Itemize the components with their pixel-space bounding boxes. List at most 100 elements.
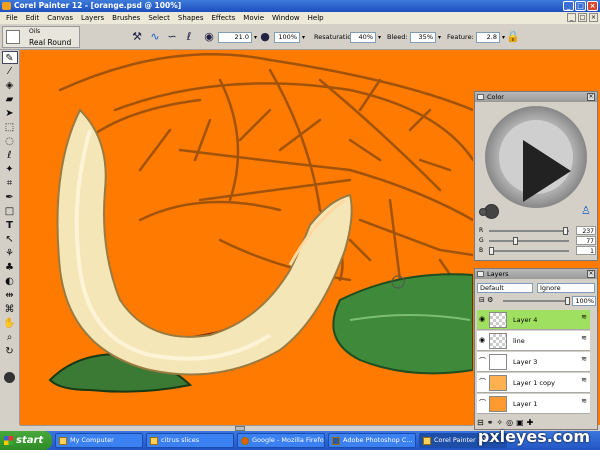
- reset-tool-icon[interactable]: ⚒: [130, 30, 144, 44]
- layer-row[interactable]: ◉ Layer 4 ≋: [477, 310, 590, 330]
- minimize-button[interactable]: _: [563, 1, 574, 11]
- resaturation-field[interactable]: 40%: [350, 32, 376, 43]
- brush-tool-icon[interactable]: ✎: [1, 51, 18, 64]
- panel-menu-icon[interactable]: [477, 271, 484, 277]
- color-panel-close-icon[interactable]: ×: [587, 93, 595, 101]
- visibility-eye-icon[interactable]: ⌒: [479, 358, 486, 365]
- grabber-tool-icon[interactable]: ✋: [2, 317, 18, 330]
- lock-icon[interactable]: 🔒: [506, 30, 520, 44]
- layer-row[interactable]: ⌒ Layer 3 ≋: [477, 352, 590, 372]
- brush-selector[interactable]: Oils Real Round: [2, 26, 80, 48]
- resaturation-dropdown-arrow[interactable]: ▾: [376, 32, 383, 43]
- shape-select-tool-icon[interactable]: ↖: [2, 233, 18, 246]
- visibility-eye-icon[interactable]: ⌒: [479, 400, 486, 407]
- start-button[interactable]: start: [0, 431, 52, 450]
- visibility-eye-icon[interactable]: ◉: [479, 316, 486, 323]
- hue-ring[interactable]: [485, 106, 587, 208]
- opacity-dropdown-arrow[interactable]: ▾: [300, 32, 307, 43]
- green-slider-knob[interactable]: [513, 237, 518, 245]
- main-color-swatch[interactable]: [2, 372, 18, 385]
- layer-opacity-slider[interactable]: [503, 297, 570, 305]
- visibility-eye-icon[interactable]: ◉: [479, 337, 486, 344]
- brush-category-icon: [6, 30, 20, 44]
- task-photoshop[interactable]: Adobe Photoshop C...: [328, 433, 416, 448]
- magic-wand-tool-icon[interactable]: ✦: [2, 163, 18, 176]
- layer-options-icons[interactable]: ⊟ ⚙: [479, 296, 493, 304]
- stroke-type-straight-icon[interactable]: ∽: [165, 30, 179, 44]
- visibility-eye-icon[interactable]: ⌒: [479, 379, 486, 386]
- stroke-type-freehand-icon[interactable]: ∿: [148, 30, 162, 44]
- feature-label: Feature:: [447, 33, 474, 41]
- size-field[interactable]: 21.0: [218, 32, 252, 43]
- rect-select-tool-icon[interactable]: ⬚: [2, 121, 18, 134]
- additional-color-circle[interactable]: [479, 208, 487, 216]
- menu-effects[interactable]: Effects: [208, 14, 240, 22]
- color-mixer-icon[interactable]: ♙: [581, 204, 591, 217]
- dropper-tool-icon[interactable]: ⁄: [2, 65, 18, 78]
- color-panel-header[interactable]: Color ×: [475, 92, 597, 102]
- paint-bucket-tool-icon[interactable]: ◈: [2, 79, 18, 92]
- saturation-value-area: [499, 120, 573, 202]
- blue-slider-knob[interactable]: [489, 247, 494, 255]
- red-slider[interactable]: R 237: [479, 226, 596, 235]
- eraser-tool-icon[interactable]: ▰: [2, 93, 18, 106]
- rubber-stamp-tool-icon[interactable]: ♣: [2, 261, 18, 274]
- blue-slider[interactable]: B 1: [479, 246, 596, 255]
- layer-opacity-knob[interactable]: [565, 297, 570, 305]
- green-slider[interactable]: G 77: [479, 236, 596, 245]
- task-label: citrus slices: [161, 436, 200, 444]
- arrow-tool-icon[interactable]: ➤: [2, 107, 18, 120]
- pen-tool-icon[interactable]: ✒: [2, 191, 18, 204]
- panel-menu-icon[interactable]: [477, 94, 484, 100]
- dodge-tool-icon[interactable]: ◐: [2, 275, 18, 288]
- task-citrus-slices[interactable]: citrus slices: [146, 433, 234, 448]
- composite-method-select[interactable]: Default: [477, 283, 533, 293]
- divine-proportion-tool-icon[interactable]: ⌘: [2, 303, 18, 316]
- menu-shapes[interactable]: Shapes: [174, 14, 208, 22]
- menu-help[interactable]: Help: [304, 14, 328, 22]
- layers-panel-close-icon[interactable]: ×: [587, 270, 595, 278]
- layer-opacity-value[interactable]: 100%: [572, 296, 596, 306]
- saturation-value-triangle[interactable]: [523, 140, 571, 202]
- maximize-button[interactable]: □: [575, 1, 586, 11]
- doc-close-button[interactable]: ×: [589, 13, 598, 22]
- menu-edit[interactable]: Edit: [22, 14, 44, 22]
- task-firefox[interactable]: Google - Mozilla Firefox: [237, 433, 325, 448]
- brush-ghost-icon[interactable]: ℓ: [182, 30, 196, 44]
- bleed-dropdown-arrow[interactable]: ▾: [436, 32, 443, 43]
- bleed-field[interactable]: 35%: [410, 32, 436, 43]
- feature-field[interactable]: 2.8: [476, 32, 500, 43]
- opacity-field[interactable]: 100%: [274, 32, 300, 43]
- document-canvas[interactable]: [20, 50, 473, 425]
- doc-minimize-button[interactable]: _: [567, 13, 576, 22]
- magnifier-tool-icon[interactable]: ⌕: [2, 331, 18, 344]
- shape-tool-icon[interactable]: □: [2, 205, 18, 218]
- green-value[interactable]: 77: [576, 236, 596, 245]
- layer-name: Layer 1: [513, 400, 538, 408]
- cloner-tool-icon[interactable]: ⚘: [2, 247, 18, 260]
- layer-row[interactable]: ◉ line ≋: [477, 331, 590, 351]
- blue-value[interactable]: 1: [576, 246, 596, 255]
- menu-window[interactable]: Window: [268, 14, 304, 22]
- lasso-tool-icon[interactable]: ℓ: [2, 149, 18, 162]
- oval-select-tool-icon[interactable]: ◌: [2, 135, 18, 148]
- task-my-computer[interactable]: My Computer: [55, 433, 143, 448]
- composite-depth-select[interactable]: Ignore: [537, 283, 595, 293]
- menu-file[interactable]: File: [2, 14, 22, 22]
- layer-row[interactable]: ⌒ Layer 1 copy ≋: [477, 373, 590, 393]
- doc-restore-button[interactable]: □: [578, 13, 587, 22]
- menu-layers[interactable]: Layers: [77, 14, 108, 22]
- menu-canvas[interactable]: Canvas: [43, 14, 77, 22]
- layers-panel-header[interactable]: Layers ×: [475, 269, 597, 279]
- menu-movie[interactable]: Movie: [239, 14, 268, 22]
- menu-select[interactable]: Select: [144, 14, 174, 22]
- close-button[interactable]: ×: [587, 1, 598, 11]
- rotate-page-tool-icon[interactable]: ↻: [2, 345, 18, 358]
- text-tool-icon[interactable]: T: [2, 219, 18, 232]
- crop-tool-icon[interactable]: ⌗: [2, 177, 18, 190]
- menu-brushes[interactable]: Brushes: [108, 14, 144, 22]
- layer-row[interactable]: ⌒ Layer 1 ≋: [477, 394, 590, 414]
- red-slider-knob[interactable]: [563, 227, 568, 235]
- red-value[interactable]: 237: [576, 226, 596, 235]
- mirror-tool-icon[interactable]: ⇹: [2, 289, 18, 302]
